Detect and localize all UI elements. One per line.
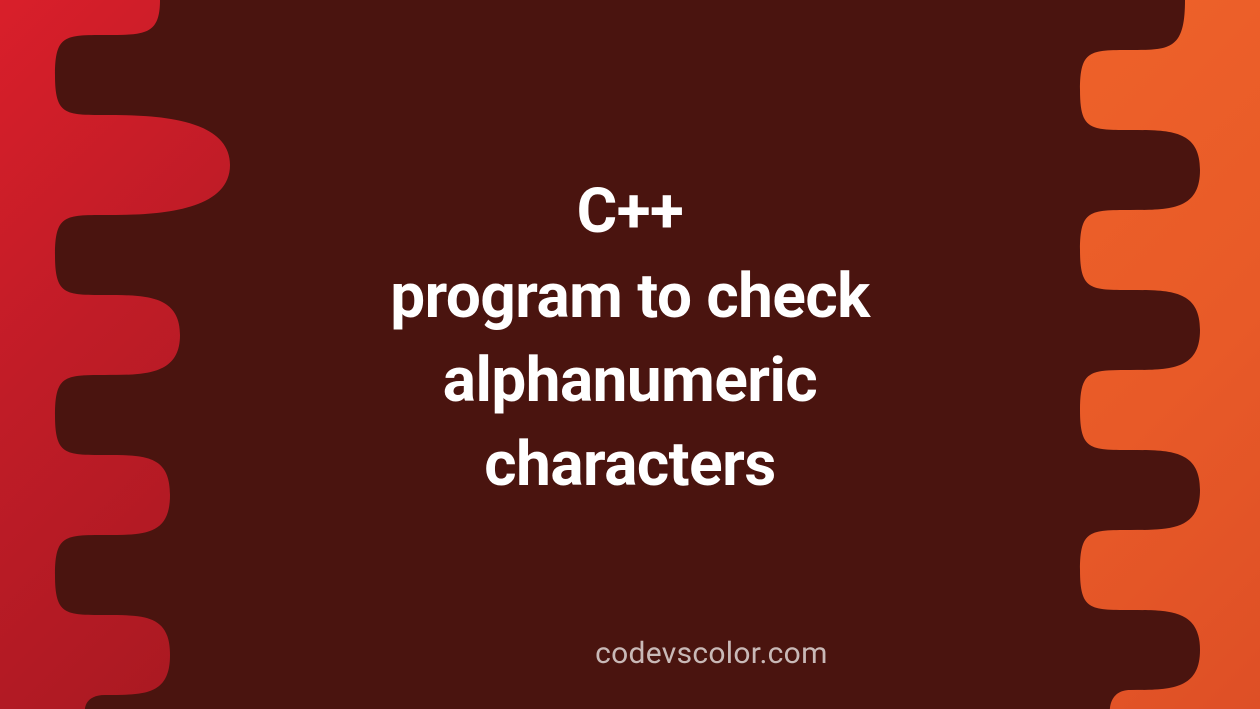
title-line-1: C++ — [230, 169, 1030, 256]
banner-title: C++ program to check alphanumeric charac… — [230, 169, 1030, 507]
watermark-text: codevscolor.com — [595, 636, 828, 671]
banner-canvas: C++ program to check alphanumeric charac… — [0, 0, 1260, 709]
title-line-2: program to check — [230, 255, 1030, 339]
title-line-4: characters — [230, 423, 1030, 507]
title-line-3: alphanumeric — [230, 339, 1030, 423]
